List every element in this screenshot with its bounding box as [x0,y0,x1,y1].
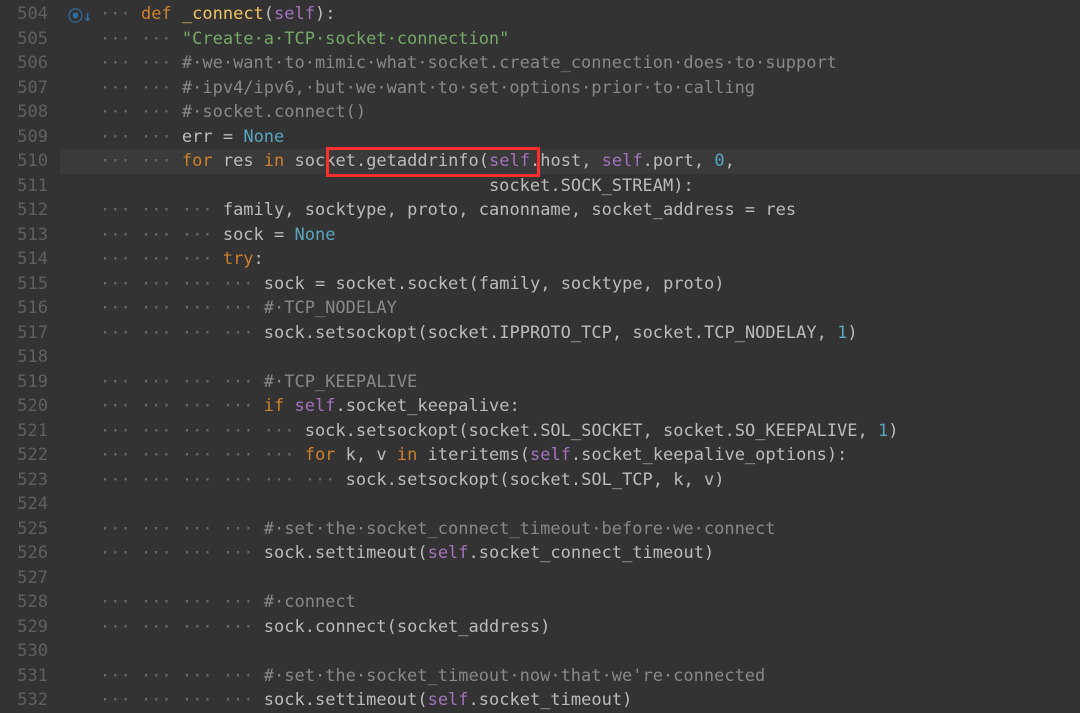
code-area[interactable]: ··· def _connect(self):··· ··· "Create·a… [100,0,1080,713]
line-number: 528 [8,590,48,615]
indent-guide: ··· [100,4,141,24]
line-number: 508 [8,100,48,125]
indent-guide: ··· ··· ··· ··· [100,617,264,637]
code-line[interactable]: ··· ··· #·we·want·to·mimic·what·socket.c… [100,51,837,76]
line-number: 504 [8,2,48,27]
line-number: 527 [8,566,48,591]
line-number: 520 [8,394,48,419]
indent-guide: ··· ··· [100,53,182,73]
line-number: 515 [8,272,48,297]
line-number: 510 [8,149,48,174]
code-line[interactable]: ··· ··· #·socket.connect() [100,100,366,125]
indent-guide: ··· ··· ··· ··· [100,519,264,539]
indent-guide: ··· ··· ··· [100,249,223,269]
indent-guide: ··· ··· ··· [100,200,223,220]
line-number: 531 [8,664,48,689]
code-line[interactable]: ··· ··· ··· ··· if self.socket_keepalive… [100,394,520,419]
code-line[interactable]: ··· ··· ··· ··· #·connect [100,590,356,615]
line-number: 511 [8,174,48,199]
indent-guide: ··· ··· [100,151,182,171]
code-line[interactable]: ··· ··· ··· ··· sock = socket.socket(fam… [100,272,725,297]
code-line[interactable]: ··· ··· #·ipv4/ipv6,·but·we·want·to·set·… [100,76,755,101]
line-number: 509 [8,125,48,150]
line-number-gutter[interactable]: 5045055065075085095105115125135145155165… [0,0,60,713]
indent-guide: ··· ··· ··· ··· [100,666,264,686]
line-number: 532 [8,688,48,713]
code-line[interactable]: ··· ··· for res in socket.getaddrinfo(se… [100,149,735,174]
gutter-marks[interactable]: ⦿↓ [64,0,100,713]
code-line[interactable]: ··· ··· ··· ··· #·TCP_NODELAY [100,296,397,321]
line-number: 514 [8,247,48,272]
code-line[interactable]: ··· ··· ··· family, socktype, proto, can… [100,198,796,223]
indent-guide: ··· ··· ··· ··· [100,543,264,563]
code-line[interactable]: ··· ··· ··· ··· ··· ··· sock.setsockopt(… [100,468,725,493]
indent-guide: ··· ··· ··· ··· [100,274,264,294]
indent-guide: ··· ··· ··· ··· ··· ··· [100,470,346,490]
indent-guide: ··· ··· ··· ··· [100,323,264,343]
code-line[interactable]: ··· ··· ··· ··· #·set·the·socket_connect… [100,517,776,542]
code-line[interactable]: ··· ··· ··· ··· #·TCP_KEEPALIVE [100,370,417,395]
indent-guide: ··· ··· [100,78,182,98]
code-line[interactable]: ··· ··· "Create·a·TCP·socket·connection" [100,27,509,52]
override-gutter-icon[interactable]: ⦿↓ [68,4,92,29]
indent-guide: ··· ··· ··· ··· ··· [100,445,305,465]
line-number: 512 [8,198,48,223]
line-number: 524 [8,492,48,517]
code-line[interactable]: ··· ··· ··· ··· ··· for k, v in iteritem… [100,443,847,468]
indent-guide: ··· ··· ··· ··· [100,592,264,612]
code-editor[interactable]: 5045055065075085095105115125135145155165… [0,0,1080,713]
indent-guide: ··· ··· ··· ··· [100,298,264,318]
indent-guide: ··· ··· ··· ··· [100,372,264,392]
code-line[interactable]: socket.SOCK_STREAM): [100,174,694,199]
line-number: 525 [8,517,48,542]
indent-guide: ··· ··· ··· ··· ··· [100,421,305,441]
indent-guide: ··· ··· ··· [100,225,223,245]
code-line[interactable]: ··· def _connect(self): [100,2,335,27]
line-number: 513 [8,223,48,248]
code-line[interactable]: ··· ··· ··· ··· sock.setsockopt(socket.I… [100,321,858,346]
code-line[interactable]: ··· ··· ··· sock = None [100,223,335,248]
line-number: 522 [8,443,48,468]
line-number: 529 [8,615,48,640]
indent-guide: ··· ··· [100,102,182,122]
line-number: 521 [8,419,48,444]
indent-guide: ··· ··· ··· ··· [100,396,264,416]
line-number: 518 [8,345,48,370]
line-number: 505 [8,27,48,52]
code-line[interactable]: ··· ··· ··· ··· sock.settimeout(self.soc… [100,688,632,713]
code-line[interactable]: ··· ··· ··· ··· #·set·the·socket_timeout… [100,664,765,689]
line-number: 506 [8,51,48,76]
line-number: 519 [8,370,48,395]
indent-guide: ··· ··· [100,127,182,147]
line-number: 507 [8,76,48,101]
line-number: 526 [8,541,48,566]
code-line[interactable]: ··· ··· ··· ··· ··· sock.setsockopt(sock… [100,419,899,444]
code-line[interactable]: ··· ··· ··· ··· sock.settimeout(self.soc… [100,541,714,566]
code-line[interactable]: ··· ··· err = None [100,125,284,150]
code-line[interactable]: ··· ··· ··· ··· sock.connect(socket_addr… [100,615,550,640]
indent-guide: ··· ··· [100,29,182,49]
line-number: 517 [8,321,48,346]
line-number: 516 [8,296,48,321]
indent-guide: ··· ··· ··· ··· [100,690,264,710]
line-number: 530 [8,639,48,664]
code-line[interactable]: ··· ··· ··· try: [100,247,264,272]
line-number: 523 [8,468,48,493]
